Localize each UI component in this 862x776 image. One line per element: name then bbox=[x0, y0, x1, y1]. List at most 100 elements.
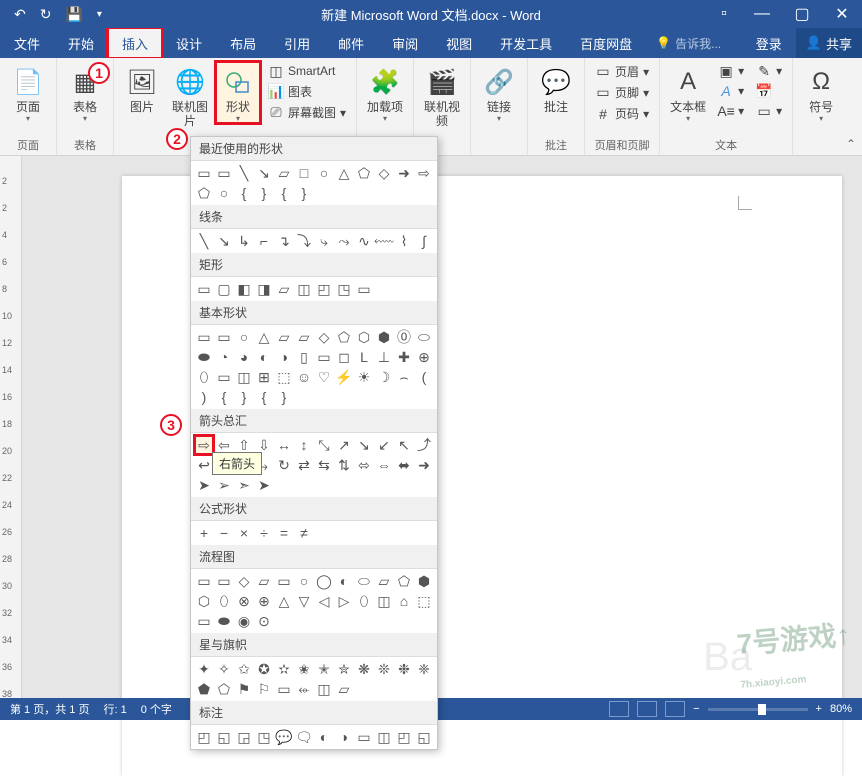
shape-option[interactable]: ⌇ bbox=[395, 232, 413, 250]
tab-baidu[interactable]: 百度网盘 bbox=[566, 28, 646, 58]
tab-file[interactable]: 文件 bbox=[0, 28, 54, 58]
zoom-level[interactable]: 80% bbox=[830, 703, 852, 715]
online-video-button[interactable]: 🎬 联机视频 bbox=[420, 62, 464, 128]
shape-option[interactable]: ⬰ bbox=[295, 680, 313, 698]
smartart-button[interactable]: ◫SmartArt bbox=[264, 62, 350, 80]
shape-option[interactable]: ◱ bbox=[415, 728, 433, 746]
shape-option[interactable]: ▭ bbox=[315, 348, 333, 366]
shape-option[interactable]: ⬭ bbox=[415, 328, 433, 346]
shape-option[interactable]: ╲ bbox=[195, 232, 213, 250]
comment-button[interactable]: 💬 批注 bbox=[534, 62, 578, 114]
shape-option[interactable]: ◱ bbox=[215, 728, 233, 746]
shape-option[interactable]: ◐ bbox=[315, 728, 333, 746]
shape-option[interactable]: □ bbox=[295, 164, 313, 182]
shape-option[interactable]: ◔ bbox=[215, 348, 233, 366]
undo-icon[interactable]: ↶ bbox=[14, 6, 26, 23]
shape-option[interactable]: ⊗ bbox=[235, 592, 253, 610]
shape-option[interactable]: ⬭ bbox=[355, 572, 373, 590]
shape-option[interactable]: ➜ bbox=[395, 164, 413, 182]
shape-option[interactable]: ➜ bbox=[415, 456, 433, 474]
close-button[interactable]: ✕ bbox=[822, 0, 862, 28]
shape-option[interactable]: } bbox=[235, 388, 253, 406]
shape-option[interactable]: ▭ bbox=[215, 328, 233, 346]
shape-option[interactable]: + bbox=[195, 524, 213, 542]
tab-layout[interactable]: 布局 bbox=[216, 28, 270, 58]
addins-button[interactable]: 🧩 加载项 ▾ bbox=[363, 62, 407, 123]
shape-option[interactable]: ⌂ bbox=[395, 592, 413, 610]
shape-option[interactable]: ⚑ bbox=[235, 680, 253, 698]
status-page[interactable]: 第 1 页，共 1 页 bbox=[10, 701, 89, 717]
shape-option[interactable]: ) bbox=[195, 388, 213, 406]
shape-option[interactable]: ➣ bbox=[235, 476, 253, 494]
shape-option[interactable]: ❋ bbox=[355, 660, 373, 678]
shape-option[interactable]: ▭ bbox=[215, 368, 233, 386]
links-button[interactable]: 🔗 链接 ▾ bbox=[477, 62, 521, 123]
shape-option[interactable]: ⇄ bbox=[295, 456, 313, 474]
shape-option[interactable]: ◐ bbox=[335, 572, 353, 590]
shape-option[interactable]: ◇ bbox=[375, 164, 393, 182]
shape-option[interactable]: ⬬ bbox=[195, 348, 213, 366]
shape-option[interactable]: ◨ bbox=[255, 280, 273, 298]
shape-option[interactable]: ⚡ bbox=[335, 368, 353, 386]
shape-option[interactable]: ⬠ bbox=[335, 328, 353, 346]
shape-option[interactable]: ⊕ bbox=[415, 348, 433, 366]
shape-option[interactable]: ✧ bbox=[215, 660, 233, 678]
shape-option[interactable]: ⬟ bbox=[195, 680, 213, 698]
tab-view[interactable]: 视图 bbox=[432, 28, 486, 58]
shape-option[interactable]: ▢ bbox=[215, 280, 233, 298]
shape-option[interactable]: ⌢ bbox=[395, 368, 413, 386]
shape-option[interactable]: { bbox=[235, 184, 253, 202]
shape-option[interactable]: ○ bbox=[295, 572, 313, 590]
shape-option[interactable]: ◧ bbox=[235, 280, 253, 298]
shape-option[interactable]: ≠ bbox=[295, 524, 313, 542]
minimize-button[interactable]: — bbox=[742, 0, 782, 28]
shape-option[interactable]: ▱ bbox=[275, 280, 293, 298]
symbol-button[interactable]: Ω 符号 ▾ bbox=[799, 62, 843, 123]
shape-option[interactable]: ╲ bbox=[235, 164, 253, 182]
shape-option[interactable]: ⬯ bbox=[215, 592, 233, 610]
shape-option[interactable]: ✚ bbox=[395, 348, 413, 366]
shape-option[interactable]: ◫ bbox=[295, 280, 313, 298]
pictures-button[interactable]: 🖼 图片 bbox=[120, 62, 164, 114]
shape-option[interactable]: ◫ bbox=[315, 680, 333, 698]
shape-option[interactable]: ○ bbox=[315, 164, 333, 182]
shape-option[interactable]: ◁ bbox=[315, 592, 333, 610]
shape-option[interactable]: ↖ bbox=[395, 436, 413, 454]
shape-option[interactable]: ☽ bbox=[375, 368, 393, 386]
shape-option[interactable]: { bbox=[255, 388, 273, 406]
shape-option[interactable]: { bbox=[215, 388, 233, 406]
shape-option[interactable]: ◳ bbox=[335, 280, 353, 298]
shape-option[interactable]: ✪ bbox=[255, 660, 273, 678]
shape-option[interactable]: ▭ bbox=[275, 572, 293, 590]
shape-option[interactable]: { bbox=[275, 184, 293, 202]
login-button[interactable]: 登录 bbox=[742, 28, 796, 58]
shape-option[interactable]: ⚐ bbox=[255, 680, 273, 698]
tell-me-search[interactable]: 💡 告诉我... bbox=[656, 28, 721, 58]
tab-mailings[interactable]: 邮件 bbox=[324, 28, 378, 58]
shape-option[interactable]: ↴ bbox=[275, 232, 293, 250]
shape-option[interactable]: ⊙ bbox=[255, 612, 273, 630]
shape-option[interactable]: L bbox=[355, 348, 373, 366]
tab-home[interactable]: 开始 bbox=[54, 28, 108, 58]
shape-option[interactable]: ▭ bbox=[195, 280, 213, 298]
shape-option[interactable]: ◰ bbox=[395, 728, 413, 746]
shape-option[interactable]: ⇨ bbox=[415, 164, 433, 182]
shape-option[interactable]: ✭ bbox=[315, 660, 333, 678]
shape-option[interactable]: △ bbox=[275, 592, 293, 610]
zoom-out-icon[interactable]: − bbox=[693, 703, 699, 715]
redo-icon[interactable]: ↻ bbox=[40, 6, 52, 23]
shape-option[interactable]: ▭ bbox=[275, 680, 293, 698]
shape-option[interactable]: ⤷ bbox=[315, 232, 333, 250]
shape-option[interactable]: ➤ bbox=[195, 476, 213, 494]
save-icon[interactable]: 💾 bbox=[65, 6, 82, 23]
shape-option[interactable]: ✬ bbox=[295, 660, 313, 678]
shape-option[interactable]: ▭ bbox=[195, 328, 213, 346]
shape-option[interactable]: ◑ bbox=[335, 728, 353, 746]
header-button[interactable]: ▭页眉 ▾ bbox=[591, 62, 653, 81]
shape-option[interactable]: ↘ bbox=[355, 436, 373, 454]
shape-option[interactable]: ◉ bbox=[235, 612, 253, 630]
shape-option[interactable]: ⓪ bbox=[395, 328, 413, 346]
shape-option[interactable]: ⬠ bbox=[215, 680, 233, 698]
shape-option[interactable]: △ bbox=[255, 328, 273, 346]
share-button[interactable]: 👤 共享 bbox=[796, 28, 862, 58]
